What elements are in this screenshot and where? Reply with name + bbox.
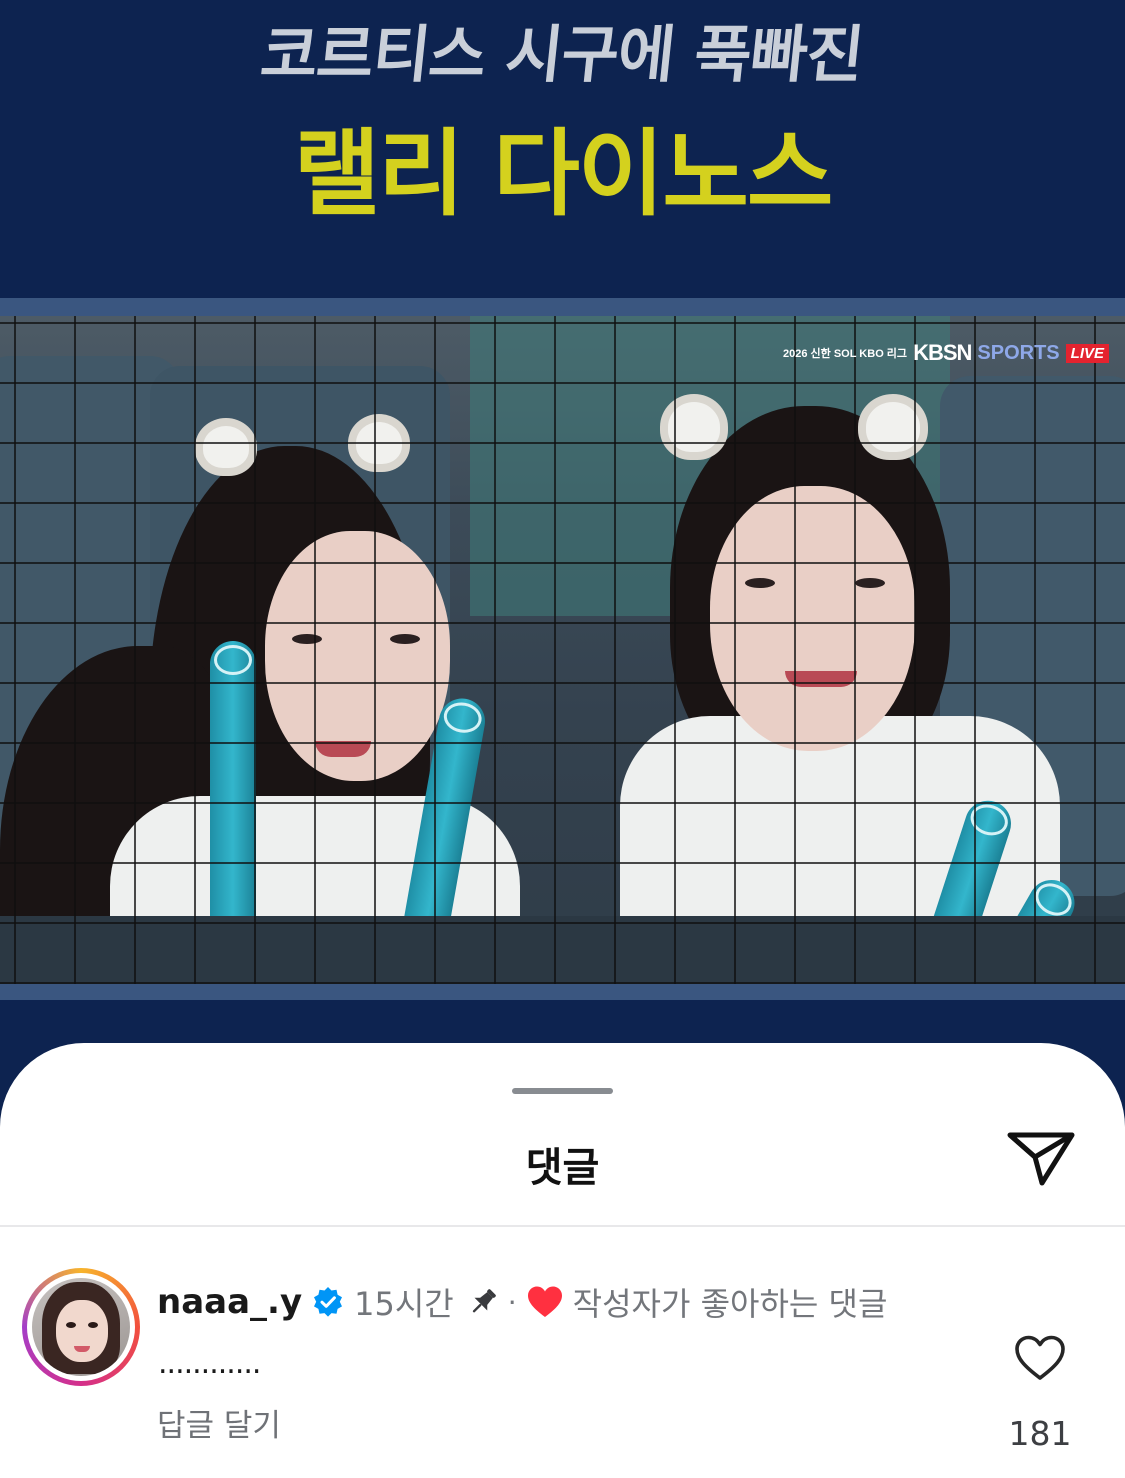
cat-ear-headband xyxy=(858,394,928,460)
sheet-title: 댓글 xyxy=(525,1145,600,1191)
comment-username[interactable]: naaa_.y xyxy=(157,1282,302,1322)
live-badge: LIVE xyxy=(1065,343,1109,363)
sheet-divider xyxy=(0,1225,1125,1227)
fan-right xyxy=(540,316,1125,984)
frame-border-top xyxy=(0,298,1125,316)
stadium-railing xyxy=(0,916,1125,984)
like-count: 181 xyxy=(1008,1414,1072,1453)
comment-item: naaa_.y 15시간 · 작성자가 좋아하는 댓글 ............… xyxy=(0,1268,1125,1468)
liked-by-author-label: 작성자가 좋아하는 댓글 xyxy=(572,1285,888,1323)
heart-outline-icon[interactable] xyxy=(1014,1334,1066,1382)
heart-filled-icon xyxy=(527,1286,562,1317)
reel-video[interactable]: 코르티스 시구에 푹빠진 랠리 다이노스 2026 신한 SOL KBO 리그 … xyxy=(0,0,1125,1090)
reel-page: 코르티스 시구에 푹빠진 랠리 다이노스 2026 신한 SOL KBO 리그 … xyxy=(0,0,1125,1478)
comment-text: ............ xyxy=(158,1346,261,1381)
comment-meta: naaa_.y 15시간 · 작성자가 좋아하는 댓글 xyxy=(157,1276,887,1328)
network-label: KBSN xyxy=(913,340,972,365)
cat-ear-headband xyxy=(348,414,410,472)
headline-line-1: 코르티스 시구에 푹빠진 xyxy=(257,18,867,91)
network-suffix-label: SPORTS xyxy=(977,341,1060,364)
league-label: 2026 신한 SOL KBO 리그 xyxy=(783,348,908,360)
meta-separator: · xyxy=(507,1285,517,1319)
headline-line-2: 랠리 다이노스 xyxy=(293,120,834,229)
comments-sheet: 댓글 naaa_.y 15시간 · 작성자가 좋아하는 댓글 .........… xyxy=(0,1043,1125,1478)
paper-plane-icon[interactable] xyxy=(1004,1127,1078,1191)
avatar[interactable] xyxy=(22,1268,140,1386)
sheet-drag-handle[interactable] xyxy=(512,1088,613,1094)
frame-border-bottom xyxy=(0,984,1125,1000)
avatar-photo xyxy=(32,1278,130,1376)
pin-icon xyxy=(472,1289,496,1313)
comment-time: 15시간 xyxy=(354,1285,454,1323)
reply-button[interactable]: 답글 달기 xyxy=(157,1400,281,1445)
fan-left xyxy=(0,316,560,984)
broadcast-frame: 2026 신한 SOL KBO 리그 KBSN SPORTS LIVE xyxy=(0,316,1125,984)
cat-ear-headband xyxy=(195,418,257,476)
broadcast-logo: 2026 신한 SOL KBO 리그 KBSN SPORTS LIVE xyxy=(783,340,1109,366)
cat-ear-headband xyxy=(660,394,728,460)
verified-badge-icon xyxy=(314,1287,343,1317)
